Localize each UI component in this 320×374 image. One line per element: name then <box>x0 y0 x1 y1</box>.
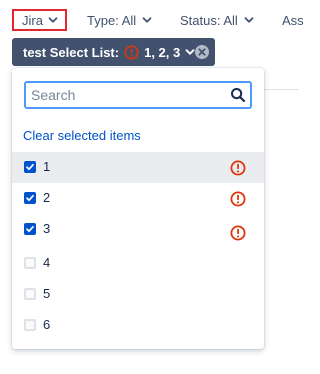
checkmark-icon <box>26 163 34 171</box>
chevron-down-icon <box>185 47 195 57</box>
option-label: 6 <box>43 317 51 332</box>
search-input[interactable] <box>29 83 230 107</box>
assignee-filter-label: Ass <box>282 12 304 28</box>
checkmark-icon <box>26 225 34 233</box>
checkbox-unchecked[interactable] <box>24 288 36 300</box>
option-label: 3 <box>43 221 51 236</box>
clear-selected-link[interactable]: Clear selected items <box>23 128 141 143</box>
filter-bar: Jira Type: All Status: All Ass <box>0 0 304 40</box>
warning-icon <box>124 44 139 60</box>
chevron-down-icon <box>142 15 152 25</box>
checkbox-checked[interactable] <box>24 223 36 235</box>
warning-icon <box>230 225 246 241</box>
option-item[interactable]: 4 <box>12 248 264 279</box>
active-filter-values: 1, 2, 3 <box>144 44 181 60</box>
chevron-down-icon <box>244 15 254 25</box>
filter-dropdown: Clear selected items 1 2 3 4 5 <box>12 68 264 349</box>
option-label: 2 <box>43 190 51 205</box>
option-item[interactable]: 3 <box>12 214 264 245</box>
warning-icon <box>230 191 246 207</box>
search-box <box>24 81 252 109</box>
option-item[interactable]: 6 <box>12 310 264 341</box>
active-filter-label: test Select List: <box>23 44 120 60</box>
type-filter-label: Type: All <box>87 12 137 28</box>
search-icon[interactable] <box>230 87 246 103</box>
checkbox-checked[interactable] <box>24 192 36 204</box>
option-label: 4 <box>43 255 51 270</box>
checkbox-unchecked[interactable] <box>24 257 36 269</box>
project-filter-label: Jira <box>22 12 43 28</box>
type-filter-button[interactable]: Type: All <box>87 9 152 31</box>
checkmark-icon <box>26 194 34 202</box>
active-filter-pill[interactable]: test Select List: 1, 2, 3 <box>12 38 215 66</box>
divider <box>263 89 299 90</box>
assignee-filter-button[interactable]: Ass <box>282 9 304 31</box>
checkbox-unchecked[interactable] <box>24 319 36 331</box>
checkbox-checked[interactable] <box>24 161 36 173</box>
option-label: 1 <box>43 159 51 174</box>
chevron-down-icon <box>48 15 58 25</box>
project-filter-button[interactable]: Jira <box>12 9 67 31</box>
status-filter-label: Status: All <box>180 12 238 28</box>
warning-icon <box>230 160 246 176</box>
close-icon[interactable] <box>195 45 209 59</box>
option-item[interactable]: 1 <box>12 152 264 183</box>
option-item[interactable]: 5 <box>12 279 264 310</box>
status-filter-button[interactable]: Status: All <box>180 9 254 31</box>
option-label: 5 <box>43 286 51 301</box>
option-item[interactable]: 2 <box>12 183 264 214</box>
